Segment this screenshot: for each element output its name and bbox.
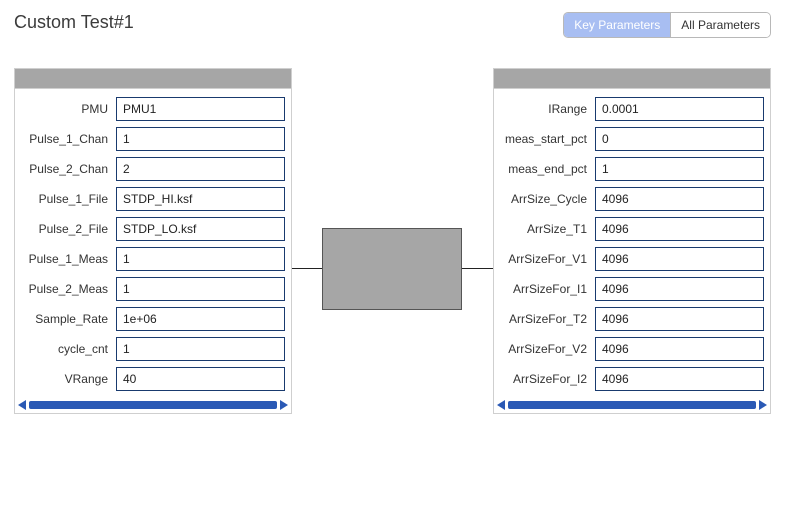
param-row: ArrSizeFor_I1: [500, 277, 764, 301]
tab-all-parameters[interactable]: All Parameters: [671, 13, 770, 37]
param-row: ArrSize_T1: [500, 217, 764, 241]
scroll-left-arrow-icon[interactable]: [496, 400, 506, 410]
param-label: Pulse_1_Meas: [21, 252, 116, 266]
param-input[interactable]: [116, 97, 285, 121]
parameter-tabs: Key Parameters All Parameters: [563, 12, 771, 38]
param-input[interactable]: [595, 277, 764, 301]
left-scrollbar[interactable]: [15, 399, 291, 413]
tab-key-parameters[interactable]: Key Parameters: [564, 13, 671, 37]
right-param-list: IRange meas_start_pct meas_end_pct ArrSize_…: [494, 89, 770, 399]
param-input[interactable]: [595, 157, 764, 181]
param-label: ArrSizeFor_T2: [500, 312, 595, 326]
right-scrollbar[interactable]: [494, 399, 770, 413]
param-row: ArrSize_Cycle: [500, 187, 764, 211]
param-label: cycle_cnt: [21, 342, 116, 356]
workspace: PMU Pulse_1_Chan Pulse_2_Chan Pulse_1_File P…: [14, 68, 771, 498]
param-row: ArrSizeFor_V1: [500, 247, 764, 271]
param-input[interactable]: [595, 127, 764, 151]
param-label: meas_end_pct: [500, 162, 595, 176]
param-label: Pulse_1_Chan: [21, 132, 116, 146]
param-row: ArrSizeFor_V2: [500, 337, 764, 361]
right-parameter-panel: IRange meas_start_pct meas_end_pct ArrSize_…: [493, 68, 771, 414]
param-row: Pulse_2_File: [21, 217, 285, 241]
param-label: ArrSizeFor_V2: [500, 342, 595, 356]
scroll-right-arrow-icon[interactable]: [279, 400, 289, 410]
param-label: ArrSize_T1: [500, 222, 595, 236]
param-row: Pulse_1_Meas: [21, 247, 285, 271]
left-param-list: PMU Pulse_1_Chan Pulse_2_Chan Pulse_1_File P…: [15, 89, 291, 399]
param-input[interactable]: [595, 187, 764, 211]
param-input[interactable]: [116, 187, 285, 211]
param-row: Pulse_1_Chan: [21, 127, 285, 151]
param-label: IRange: [500, 102, 595, 116]
device-block[interactable]: [322, 228, 462, 310]
param-row: cycle_cnt: [21, 337, 285, 361]
param-input[interactable]: [595, 97, 764, 121]
param-input[interactable]: [595, 337, 764, 361]
param-label: PMU: [21, 102, 116, 116]
param-input[interactable]: [116, 307, 285, 331]
param-label: Pulse_2_Chan: [21, 162, 116, 176]
param-row: ArrSizeFor_I2: [500, 367, 764, 391]
param-label: ArrSizeFor_V1: [500, 252, 595, 266]
scroll-track[interactable]: [29, 401, 277, 409]
param-input[interactable]: [116, 337, 285, 361]
param-row: meas_start_pct: [500, 127, 764, 151]
connector-right: [462, 268, 493, 269]
param-label: Pulse_2_File: [21, 222, 116, 236]
param-label: Pulse_2_Meas: [21, 282, 116, 296]
left-panel-header: [15, 69, 291, 89]
param-row: VRange: [21, 367, 285, 391]
param-input[interactable]: [595, 247, 764, 271]
param-input[interactable]: [116, 277, 285, 301]
param-label: ArrSizeFor_I1: [500, 282, 595, 296]
param-input[interactable]: [116, 127, 285, 151]
param-label: Pulse_1_File: [21, 192, 116, 206]
param-input[interactable]: [595, 307, 764, 331]
param-row: Pulse_2_Chan: [21, 157, 285, 181]
param-label: VRange: [21, 372, 116, 386]
right-panel-header: [494, 69, 770, 89]
param-label: meas_start_pct: [500, 132, 595, 146]
param-label: ArrSize_Cycle: [500, 192, 595, 206]
param-input[interactable]: [116, 247, 285, 271]
param-row: IRange: [500, 97, 764, 121]
param-input[interactable]: [116, 157, 285, 181]
scroll-left-arrow-icon[interactable]: [17, 400, 27, 410]
param-row: Sample_Rate: [21, 307, 285, 331]
left-parameter-panel: PMU Pulse_1_Chan Pulse_2_Chan Pulse_1_File P…: [14, 68, 292, 414]
param-row: Pulse_2_Meas: [21, 277, 285, 301]
param-row: ArrSizeFor_T2: [500, 307, 764, 331]
param-row: PMU: [21, 97, 285, 121]
param-label: Sample_Rate: [21, 312, 116, 326]
param-label: ArrSizeFor_I2: [500, 372, 595, 386]
page-title: Custom Test#1: [14, 12, 134, 33]
param-input[interactable]: [116, 367, 285, 391]
param-row: Pulse_1_File: [21, 187, 285, 211]
param-row: meas_end_pct: [500, 157, 764, 181]
param-input[interactable]: [116, 217, 285, 241]
param-input[interactable]: [595, 217, 764, 241]
scroll-right-arrow-icon[interactable]: [758, 400, 768, 410]
scroll-track[interactable]: [508, 401, 756, 409]
param-input[interactable]: [595, 367, 764, 391]
connector-left: [292, 268, 322, 269]
